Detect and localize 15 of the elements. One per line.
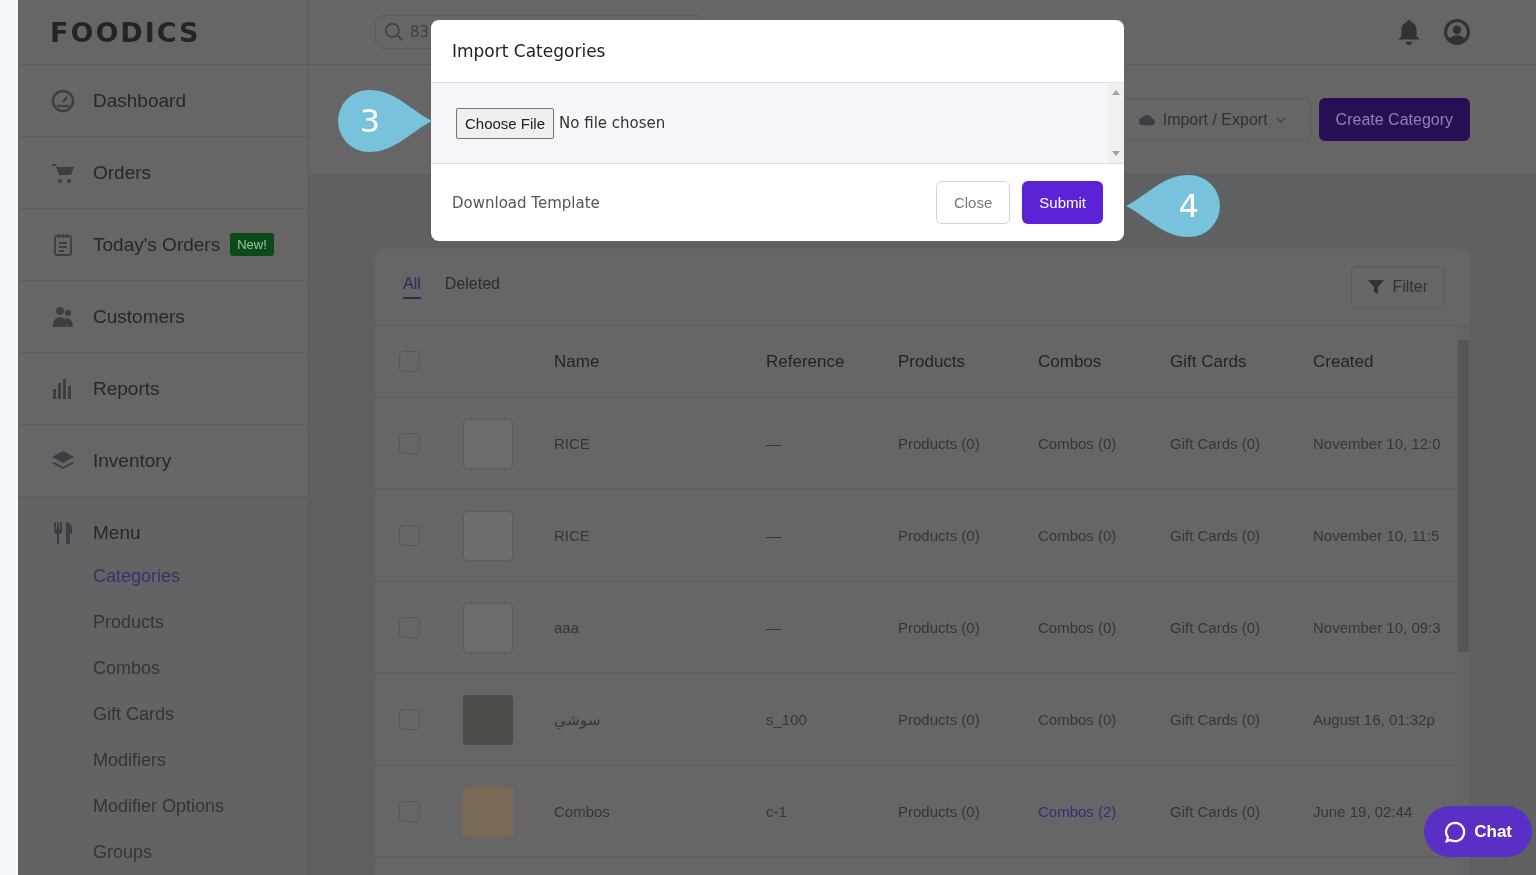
column-header: Reference <box>766 351 846 372</box>
table-cell-text: — <box>766 435 782 452</box>
table-cell-text: — <box>766 619 782 636</box>
table-cell-text: — <box>766 527 782 544</box>
column-header: Name <box>554 351 601 372</box>
column-header: Gift Cards <box>1170 351 1248 372</box>
file-status: No file chosen <box>559 114 666 132</box>
new-badge: New! <box>230 233 274 256</box>
column-header: Products <box>898 351 967 372</box>
column-header: Created <box>1313 351 1375 372</box>
step-number: 4 <box>1178 187 1200 225</box>
step-number: 3 <box>359 102 381 140</box>
column-header: Combos <box>1038 351 1103 372</box>
dialog-title: Import Categories <box>452 41 606 61</box>
logo: FOODICS <box>50 16 201 48</box>
